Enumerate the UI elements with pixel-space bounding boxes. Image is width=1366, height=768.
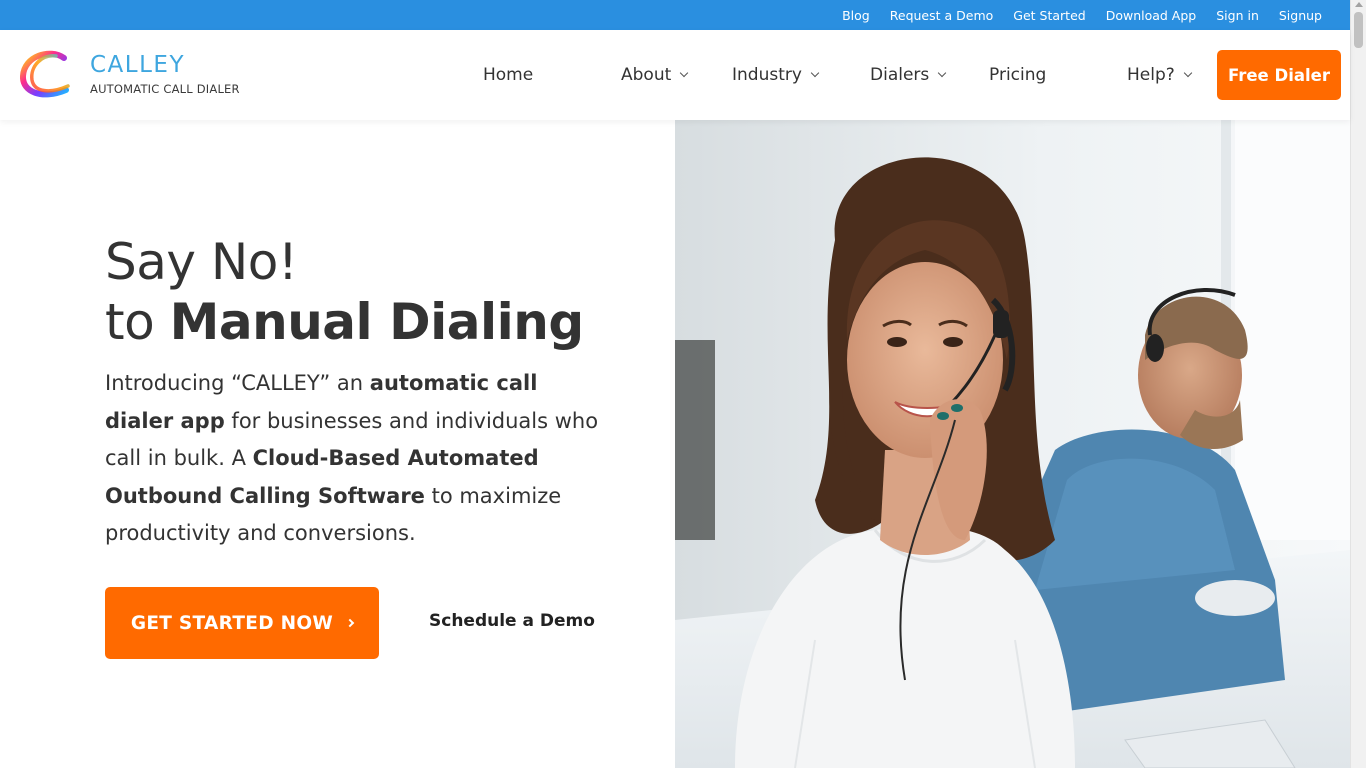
- nav-dialers[interactable]: Dialers: [870, 60, 947, 90]
- nav-home[interactable]: Home: [483, 60, 533, 90]
- chevron-down-icon: [1183, 68, 1193, 78]
- nav-industry[interactable]: Industry: [732, 60, 820, 90]
- hero-heading: Say No! to Manual Dialing: [105, 232, 584, 352]
- topbar-link-request-demo[interactable]: Request a Demo: [890, 8, 994, 23]
- topbar-link-blog[interactable]: Blog: [842, 8, 870, 23]
- nav-about[interactable]: About: [621, 60, 689, 90]
- nav-dialers-label: Dialers: [870, 65, 930, 85]
- topbar-link-signup[interactable]: Signup: [1279, 8, 1322, 23]
- nav-help-label: Help?: [1127, 65, 1175, 85]
- scrollbar-thumb[interactable]: [1354, 12, 1363, 48]
- get-started-now-button[interactable]: GET STARTED NOW: [105, 587, 379, 659]
- get-started-now-label: GET STARTED NOW: [130, 612, 334, 634]
- hero-heading-line1: Say No!: [105, 233, 298, 291]
- nav-pricing[interactable]: Pricing: [989, 60, 1046, 90]
- topbar-link-download-app[interactable]: Download App: [1106, 8, 1197, 23]
- free-dialer-button[interactable]: Free Dialer: [1217, 50, 1341, 100]
- page-scrollbar[interactable]: [1350, 0, 1366, 768]
- nav-help[interactable]: Help?: [1127, 60, 1193, 90]
- chevron-right-icon: [345, 618, 355, 628]
- nav-home-label: Home: [483, 65, 534, 85]
- hero-image: [675, 120, 1350, 768]
- nav-industry-label: Industry: [732, 65, 802, 85]
- top-utility-bar: Blog Request a Demo Get Started Download…: [0, 0, 1350, 30]
- hero-desc-part1: Introducing “CALLEY” an: [105, 371, 370, 395]
- scroll-up-arrow-icon[interactable]: [1355, 2, 1363, 7]
- hero-description: Introducing “CALLEY” an automatic call d…: [105, 365, 610, 553]
- hero-heading-bold: Manual Dialing: [169, 293, 585, 351]
- chevron-down-icon: [680, 68, 689, 78]
- schedule-demo-link[interactable]: Schedule a Demo: [429, 611, 595, 631]
- chevron-down-icon: [810, 68, 820, 78]
- logo-name: CALLEY: [90, 52, 186, 78]
- chevron-down-icon: [938, 68, 947, 78]
- topbar-link-sign-in[interactable]: Sign in: [1216, 8, 1259, 23]
- logo-tagline: AUTOMATIC CALL DIALER: [90, 82, 240, 96]
- nav-pricing-label: Pricing: [989, 65, 1047, 85]
- calley-logo-icon: [20, 50, 70, 98]
- nav-about-label: About: [621, 65, 672, 85]
- call-center-agents-photo: [675, 120, 1350, 768]
- main-header: CALLEY AUTOMATIC CALL DIALER Home About …: [0, 30, 1350, 120]
- hero-heading-prefix: to: [105, 293, 155, 351]
- topbar-link-get-started[interactable]: Get Started: [1013, 8, 1085, 23]
- calley-logo[interactable]: CALLEY AUTOMATIC CALL DIALER: [20, 50, 240, 102]
- hero-heading-line2: to Manual Dialing: [105, 292, 584, 352]
